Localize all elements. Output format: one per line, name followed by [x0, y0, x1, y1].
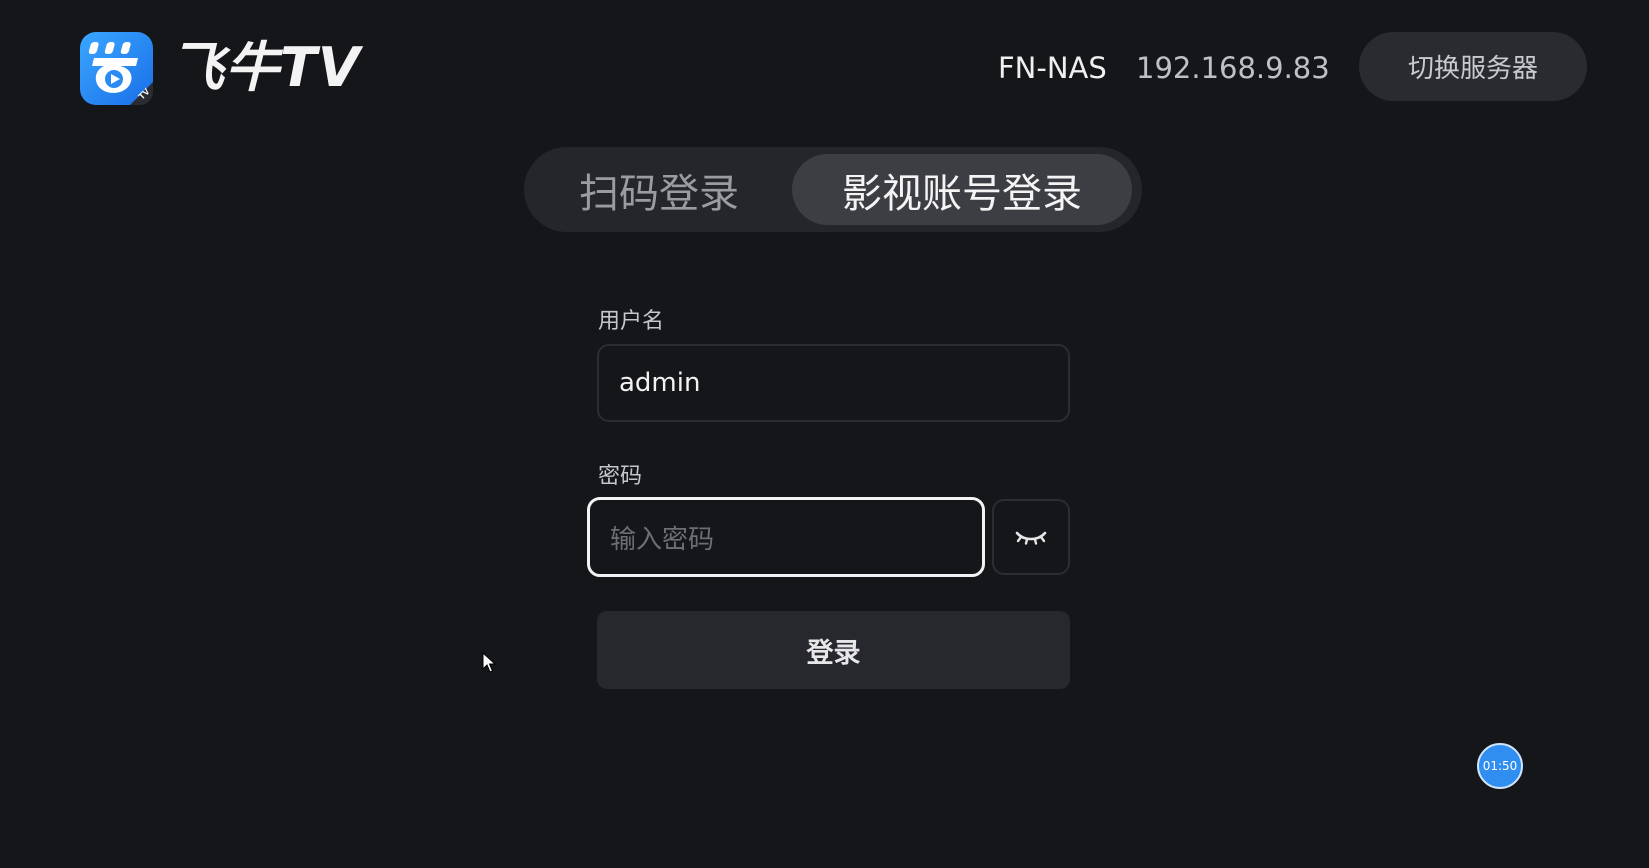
tab-qr-login[interactable]: 扫码登录: [534, 147, 784, 232]
password-field[interactable]: 输入密码: [587, 497, 985, 577]
switch-server-button[interactable]: 切换服务器: [1359, 32, 1587, 101]
timer-badge[interactable]: 01:50: [1477, 743, 1523, 789]
toggle-password-visibility-button[interactable]: [992, 499, 1070, 575]
password-placeholder: 输入密码: [610, 524, 715, 555]
tab-account-login[interactable]: 影视账号登录: [792, 154, 1132, 225]
app-title: 飞牛TV: [170, 36, 361, 99]
password-label: 密码: [598, 464, 643, 489]
login-screen: TV 飞牛TV FN-NAS 192.168.9.83 切换服务器 扫码登录 影…: [0, 0, 1649, 868]
server-ip: 192.168.9.83: [1136, 51, 1330, 85]
username-field[interactable]: admin: [597, 344, 1070, 422]
server-name: FN-NAS: [998, 51, 1107, 85]
mouse-cursor-icon: [482, 652, 496, 673]
feiniu-tv-logo-icon: TV: [80, 32, 153, 105]
login-method-tabs: 扫码登录 影视账号登录: [524, 147, 1142, 232]
username-value: admin: [619, 368, 701, 398]
eye-closed-icon: [1015, 531, 1047, 545]
username-label: 用户名: [598, 309, 665, 334]
login-button[interactable]: 登录: [597, 611, 1070, 689]
